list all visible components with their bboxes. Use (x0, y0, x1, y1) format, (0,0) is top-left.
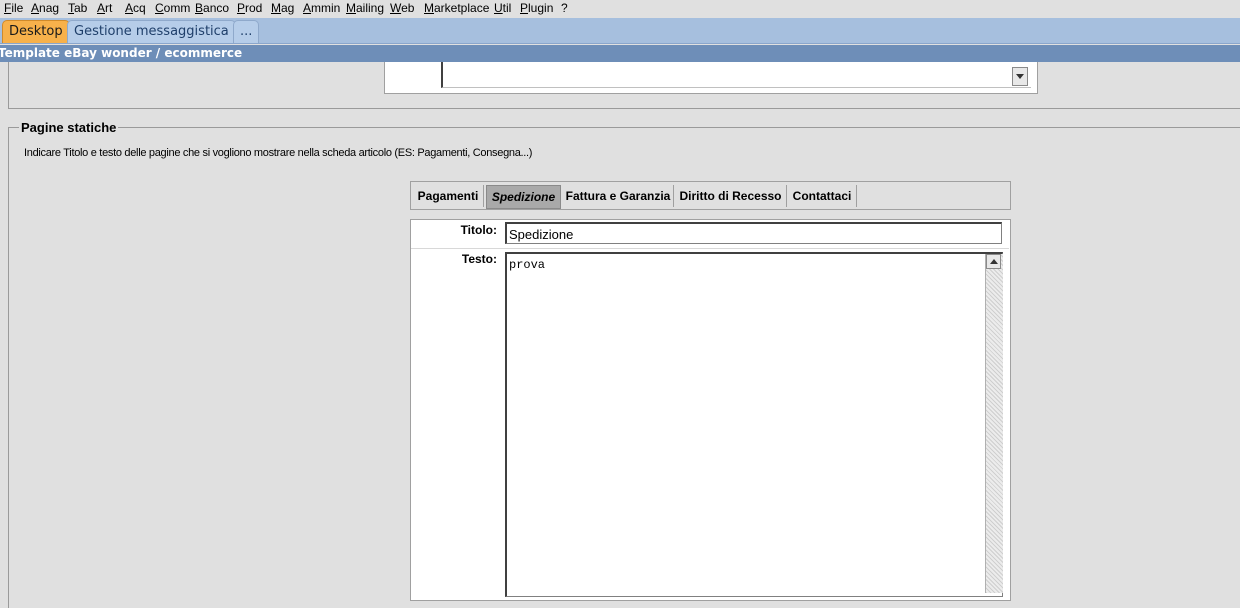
titolo-label: Titolo: (460, 223, 497, 237)
tab-pagamenti[interactable]: Pagamenti (413, 185, 484, 207)
menu-util[interactable]: Util (494, 1, 511, 15)
scroll-down-icon[interactable] (1012, 67, 1028, 86)
static-pages-description: Indicare Titolo e testo delle pagine che… (24, 147, 533, 159)
tab-desktop[interactable]: Desktop (2, 20, 70, 43)
form-separator (411, 248, 1009, 249)
tab-diritto-di-recesso[interactable]: Diritto di Recesso (675, 185, 787, 207)
tab-more[interactable]: ... (233, 20, 260, 43)
menu-plugin[interactable]: Plugin (520, 1, 553, 15)
menu-mag[interactable]: Mag (271, 1, 294, 15)
window-title-bar: Template eBay wonder / ecommerce (0, 45, 1240, 62)
window-tab-bar: Desktop Gestione messaggistica ... (0, 18, 1240, 44)
menu-marketplace[interactable]: Marketplace (424, 1, 489, 15)
tab-contattaci[interactable]: Contattaci (788, 185, 857, 207)
menu-help[interactable]: ? (561, 1, 568, 15)
scroll-up-icon[interactable] (986, 254, 1001, 269)
testo-label: Testo: (461, 252, 497, 266)
menu-anag[interactable]: Anag (31, 1, 59, 15)
menu-file[interactable]: File (4, 1, 23, 15)
menu-acq[interactable]: Acq (125, 1, 146, 15)
static-pages-tabstrip: Pagamenti Spedizione Fattura e Garanzia … (410, 181, 1011, 210)
menu-bar: File Anag Tab Art Acq Comm Banco Prod Ma… (0, 0, 1240, 17)
menu-mailing[interactable]: Mailing (346, 1, 384, 15)
menu-ammin[interactable]: Ammin (303, 1, 340, 15)
menu-prod[interactable]: Prod (237, 1, 262, 15)
menu-art[interactable]: Art (97, 1, 112, 15)
menu-comm[interactable]: Comm (155, 1, 190, 15)
menu-tab[interactable]: Tab (68, 1, 87, 15)
upper-text-field[interactable] (441, 62, 1031, 88)
window-title: Template eBay wonder / ecommerce (0, 46, 243, 60)
testo-textarea[interactable]: prova (505, 252, 1003, 597)
titolo-input[interactable] (505, 222, 1002, 244)
tab-gestione-messaggistica[interactable]: Gestione messaggistica (67, 20, 236, 43)
static-pages-heading: Pagine statiche (19, 120, 119, 136)
tab-spedizione[interactable]: Spedizione (486, 185, 561, 209)
tab-fattura-e-garanzia[interactable]: Fattura e Garanzia (563, 185, 674, 207)
menu-banco[interactable]: Banco (195, 1, 229, 15)
testo-scrollbar[interactable] (985, 254, 1003, 593)
menu-web[interactable]: Web (390, 1, 414, 15)
